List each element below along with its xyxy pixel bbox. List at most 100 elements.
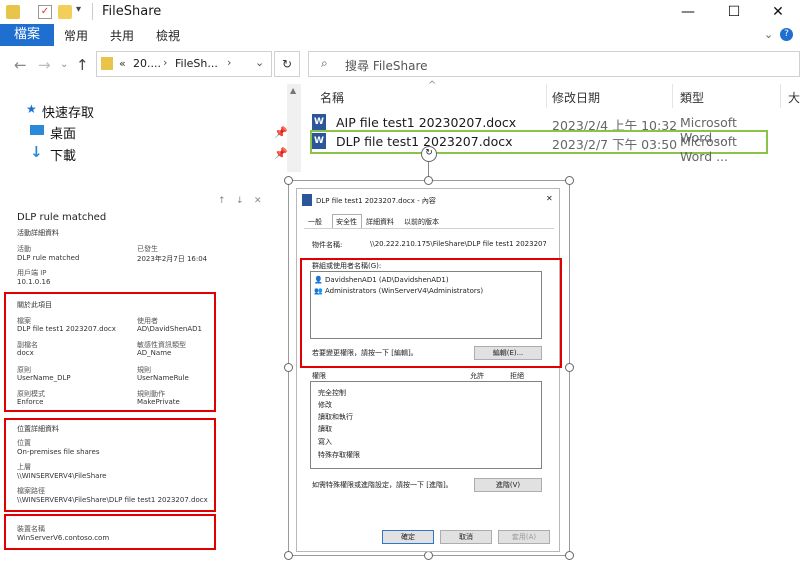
close-icon[interactable]: ✕: [254, 196, 262, 206]
permission-item: 讀取: [318, 425, 332, 433]
window-title: FileShare: [102, 4, 162, 19]
up-arrow-icon[interactable]: ↑: [76, 56, 89, 74]
breadcrumb-separator-icon: ›: [163, 56, 168, 69]
column-size[interactable]: 大: [788, 89, 800, 106]
prev-up-icon[interactable]: ↑: [218, 196, 226, 206]
column-divider[interactable]: [780, 84, 781, 108]
word-doc-icon: W: [312, 113, 326, 130]
annotation-box: [300, 258, 562, 368]
permission-item: 完全控制: [318, 389, 346, 397]
nav-scrollbar[interactable]: [287, 84, 301, 172]
file-name: AIP file test1 20230207.docx: [336, 115, 517, 130]
tab-general[interactable]: 一般: [308, 217, 322, 227]
apply-button[interactable]: 套用(A): [498, 530, 550, 544]
download-icon: ↓: [30, 143, 43, 161]
maximize-button[interactable]: ☐: [712, 0, 756, 24]
column-date[interactable]: 修改日期: [552, 89, 600, 106]
sidebar-item-quick-access[interactable]: 快速存取: [42, 102, 94, 121]
search-icon: ⌕: [321, 56, 328, 70]
field-label: 用戶端 IP: [17, 269, 47, 277]
expand-ribbon-icon[interactable]: ⌄: [764, 28, 773, 41]
tab-file[interactable]: 檔案: [0, 24, 54, 46]
tab-share[interactable]: 共用: [110, 27, 134, 44]
folder-icon[interactable]: [6, 5, 20, 19]
resize-handle[interactable]: [424, 551, 433, 560]
sidebar-item-desktop[interactable]: 桌面: [50, 123, 76, 142]
address-dropdown-icon[interactable]: ⌄: [255, 56, 264, 69]
object-name-value: \\20.222.210.175\FileShare\DLP file test…: [370, 240, 546, 248]
address-bar[interactable]: « 20.... › FileSh... › ⌄: [96, 51, 272, 77]
alert-title: DLP rule matched: [17, 212, 107, 223]
allow-header: 允許: [470, 372, 484, 380]
permission-item: 寫入: [318, 438, 332, 446]
column-name[interactable]: 名稱: [320, 89, 344, 106]
new-folder-icon[interactable]: [58, 5, 72, 19]
recent-chevron-icon[interactable]: ⌄: [60, 59, 68, 70]
resize-handle[interactable]: [284, 176, 293, 185]
breadcrumb-item[interactable]: FileSh...: [175, 57, 218, 70]
pin-icon[interactable]: 📌: [274, 147, 288, 160]
forward-arrow-icon[interactable]: →: [38, 56, 51, 74]
field-label: 已發生: [137, 245, 158, 253]
column-divider[interactable]: [672, 84, 673, 108]
annotation-box: [4, 514, 216, 550]
tab-divider: [304, 228, 554, 229]
ok-button[interactable]: 確定: [382, 530, 434, 544]
dialog-close-icon[interactable]: ✕: [546, 194, 553, 203]
resize-handle[interactable]: [565, 363, 574, 372]
refresh-button[interactable]: ↻: [274, 51, 300, 77]
column-type[interactable]: 類型: [680, 89, 704, 106]
section-heading: 活動詳細資料: [17, 229, 59, 237]
file-type: Microsoft Word ...: [680, 134, 737, 164]
location-folder-icon: [101, 57, 113, 70]
resize-handle[interactable]: [565, 551, 574, 560]
object-name-label: 物件名稱:: [312, 241, 343, 249]
word-doc-icon: [302, 194, 312, 206]
sort-caret-icon: ^: [428, 80, 437, 91]
properties-icon[interactable]: ✓: [38, 5, 52, 19]
deny-header: 拒絕: [510, 372, 524, 380]
field-value: 2023年2月7日 16:04: [137, 255, 208, 263]
annotation-box: [4, 418, 216, 512]
breadcrumb-overflow[interactable]: «: [119, 57, 126, 70]
field-value: 10.1.0.16: [17, 278, 51, 286]
field-label: 活動: [17, 245, 31, 253]
file-date: 2023/2/7 下午 03:50: [552, 137, 678, 152]
column-divider[interactable]: [546, 84, 547, 108]
rotate-handle-icon[interactable]: ↻: [421, 146, 437, 162]
tab-security[interactable]: 安全性: [336, 217, 357, 227]
close-button[interactable]: ✕: [756, 0, 800, 24]
resize-handle[interactable]: [284, 363, 293, 372]
tab-view[interactable]: 檢視: [156, 27, 180, 44]
pin-icon[interactable]: 📌: [274, 126, 288, 139]
annotation-box: [4, 292, 216, 412]
next-down-icon[interactable]: ↓: [236, 196, 244, 206]
scroll-up-icon[interactable]: ▲: [290, 86, 296, 95]
resize-handle[interactable]: [284, 551, 293, 560]
tab-home[interactable]: 常用: [64, 27, 88, 44]
permissions-header: 權限: [312, 372, 326, 380]
minimize-button[interactable]: —: [666, 0, 710, 24]
breadcrumb-item[interactable]: 20....: [133, 57, 161, 70]
tab-previous-versions[interactable]: 以前的版本: [404, 217, 439, 227]
tab-details[interactable]: 詳細資料: [366, 217, 394, 227]
advanced-hint: 如需特殊權限或進階設定，請按一下 [進階]。: [312, 481, 453, 489]
title-divider: [92, 3, 93, 20]
desktop-icon: [30, 125, 44, 135]
resize-handle[interactable]: [565, 176, 574, 185]
word-doc-icon: W: [312, 132, 326, 149]
cancel-button[interactable]: 取消: [440, 530, 492, 544]
breadcrumb-separator-icon: ›: [227, 56, 232, 69]
search-box[interactable]: ⌕ 搜尋 FileShare: [308, 51, 800, 77]
back-arrow-icon[interactable]: ←: [14, 56, 27, 74]
file-row-selected[interactable]: W DLP file test1 2023207.docx 2023/2/7 下…: [312, 132, 766, 164]
sidebar-item-downloads[interactable]: 下載: [50, 145, 76, 164]
search-placeholder: 搜尋 FileShare: [345, 59, 428, 73]
quick-access-dropdown-icon[interactable]: ▾: [76, 4, 81, 15]
resize-handle[interactable]: [424, 176, 433, 185]
star-icon: ★: [26, 102, 37, 116]
dialog-title: DLP file test1 2023207.docx - 內容: [316, 197, 436, 205]
advanced-button[interactable]: 進階(V): [474, 478, 542, 492]
help-icon[interactable]: ?: [780, 28, 793, 41]
permission-item: 修改: [318, 401, 332, 409]
